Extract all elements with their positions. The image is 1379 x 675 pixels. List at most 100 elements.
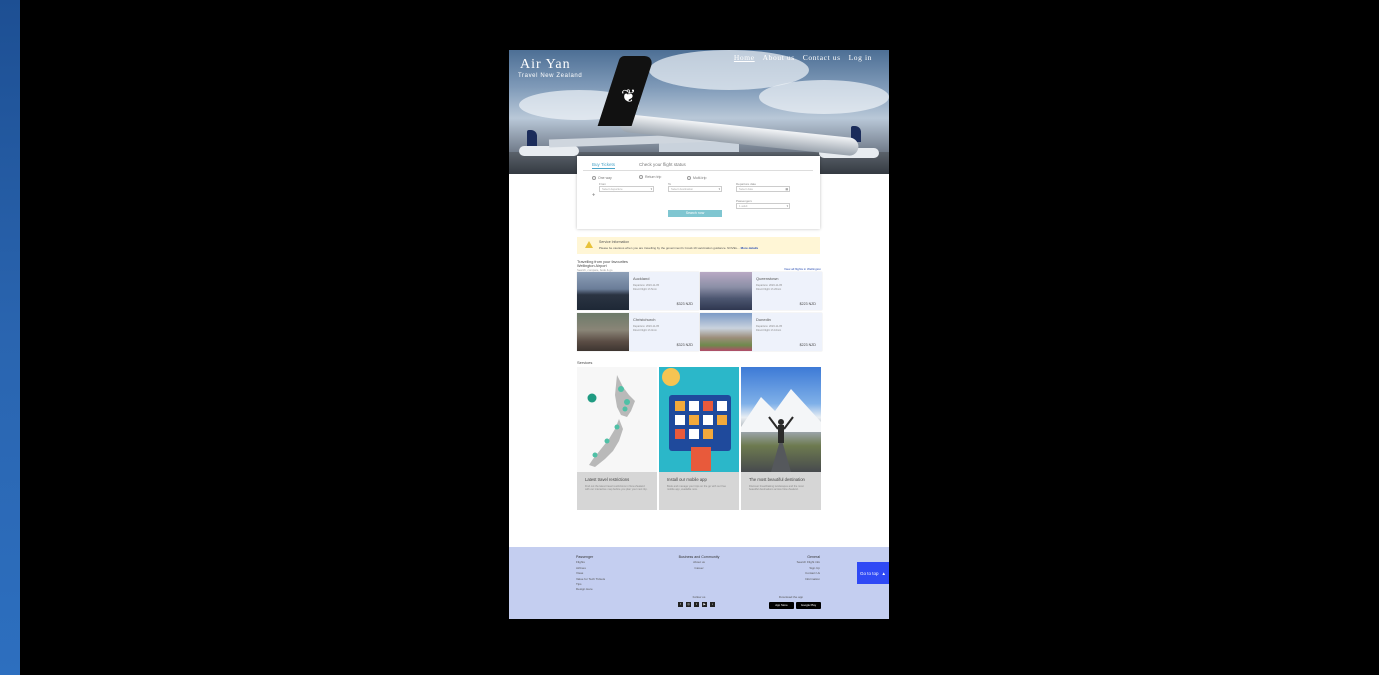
go-to-top-button[interactable]: Go to top ▲ <box>857 562 889 584</box>
christchurch-image <box>577 313 629 351</box>
destination-card[interactable]: Queenstown Departure: 2023-11-05 Direct F… <box>700 272 822 310</box>
site-tagline: Travel New Zealand <box>518 73 583 79</box>
passengers-field[interactable]: 1 adult ▾ <box>736 203 790 209</box>
from-placeholder: Select departure <box>602 187 623 191</box>
twitter-icon[interactable]: t <box>694 602 699 607</box>
service-title: The most beautiful destination <box>749 477 805 482</box>
radio-return[interactable]: Return trip <box>639 175 661 179</box>
card-flight: Direct Flight 1h 10min <box>756 329 782 332</box>
footer-link[interactable]: Design Here <box>576 587 605 592</box>
to-field[interactable]: Select destination ▾ <box>668 186 722 192</box>
follow-us-label: Follow us <box>692 595 706 599</box>
card-price: $323 NZD <box>676 343 693 347</box>
footer-business-col: Business and Community About us Career <box>677 555 721 571</box>
destination-card[interactable]: Auckland Departure: 2023-11-05 Direct Fli… <box>577 272 699 310</box>
card-price: $223 NZD <box>799 302 816 306</box>
card-meta: Departure: 2023-11-05 Direct Flight 1h 0m… <box>633 325 659 333</box>
queenstown-image <box>700 272 752 310</box>
nz-map-image <box>577 367 657 472</box>
cloud-shape <box>759 80 889 114</box>
search-button[interactable]: Search now <box>668 210 722 217</box>
service-card[interactable]: Install our mobile app Book and manage y… <box>659 367 739 510</box>
card-meta: Departure: 2023-11-05 Direct Flight 1h 5m… <box>633 284 659 292</box>
nav-login[interactable]: Log in <box>849 53 872 62</box>
main-nav: Home About us Contact us Log in <box>734 53 872 62</box>
go-to-top-label: Go to top <box>860 570 879 576</box>
booking-panel: Buy Tickets Check your flight status One… <box>577 156 820 229</box>
destination-card[interactable]: Christchurch Departure: 2023-11-05 Direct… <box>577 313 699 351</box>
chevron-down-icon: ▾ <box>650 187 652 191</box>
from-field[interactable]: Select departure ▾ <box>599 186 654 192</box>
instagram-icon[interactable]: ◎ <box>686 602 691 607</box>
app-store-button[interactable]: App Store <box>769 602 794 609</box>
departure-placeholder: Select date <box>739 187 753 191</box>
fern-logo-icon: ❦ <box>621 86 637 107</box>
social-links: f ◎ t ▶ ♪ <box>678 602 715 607</box>
more-details-link[interactable]: More details <box>741 246 759 250</box>
calendar-illustration <box>662 368 731 471</box>
service-title: Latest travel restrictions <box>585 477 630 482</box>
radio-icon <box>592 176 596 180</box>
radio-label: Multi-trip <box>693 176 707 180</box>
radio-icon <box>687 176 691 180</box>
google-play-button[interactable]: Google Play <box>796 602 821 609</box>
card-flight: Direct Flight 1h 20min <box>756 288 782 291</box>
chevron-down-icon: ▾ <box>718 187 720 191</box>
announcement-text-row: Please be cautious when you are travelli… <box>599 246 758 250</box>
tiktok-icon[interactable]: ♪ <box>710 602 715 607</box>
service-desc: Find out the latest travel restrictions … <box>585 485 648 492</box>
card-meta: Departure: 2023-11-05 Direct Flight 1h 10… <box>756 325 782 333</box>
service-card[interactable]: The most beautiful destination Discover … <box>741 367 821 510</box>
radio-label: Return trip <box>645 175 662 179</box>
card-city: Christchurch <box>633 317 656 322</box>
facebook-icon[interactable]: f <box>678 602 683 607</box>
card-city: Auckland <box>633 276 650 281</box>
traveller-figure <box>741 389 821 472</box>
download-app-label: Download the app <box>778 595 804 599</box>
nz-map-graphic <box>587 375 635 467</box>
service-desc: Book and manage your trips on the go wit… <box>667 485 726 492</box>
footer-link[interactable]: Career <box>677 566 721 571</box>
card-flight: Direct Flight 1h 0min <box>633 329 657 332</box>
youtube-icon[interactable]: ▶ <box>702 602 707 607</box>
announcement-title: Service Information <box>599 240 630 244</box>
footer-passenger-col: Passenger Flights Airlines Visas Value f… <box>576 555 605 593</box>
service-desc: Discover breathtaking landscapes and the… <box>749 485 804 492</box>
nav-contact[interactable]: Contact us <box>803 53 841 62</box>
chevron-down-icon: ▾ <box>786 204 788 208</box>
card-city: Queenstown <box>756 276 779 281</box>
destination-card[interactable]: Dunedin Departure: 2023-11-05 Direct Flig… <box>700 313 822 351</box>
plane-left <box>519 146 579 156</box>
plane-icon: ✈ <box>592 192 596 197</box>
radio-icon <box>639 175 643 179</box>
desktop-background-strip <box>0 0 20 675</box>
main-plane-fuselage <box>618 113 860 157</box>
tab-divider <box>583 170 813 171</box>
departure-field[interactable]: Select date ▦ <box>736 186 790 192</box>
site-logo[interactable]: Air Yan <box>520 57 571 73</box>
mobile-app-image <box>659 367 739 472</box>
footer-link[interactable]: Information <box>797 577 820 582</box>
passengers-value: 1 adult <box>739 204 748 208</box>
radio-multi-trip[interactable]: Multi-trip <box>687 176 706 180</box>
to-placeholder: Select destination <box>671 187 694 191</box>
auckland-image <box>577 272 629 310</box>
card-flight: Direct Flight 1h 5min <box>633 288 657 291</box>
card-price: $323 NZD <box>676 302 693 306</box>
service-card[interactable]: Latest travel restrictions Find out the … <box>577 367 657 510</box>
nav-home[interactable]: Home <box>734 53 755 62</box>
service-title: Install our mobile app <box>667 477 707 482</box>
nav-about[interactable]: About us <box>763 53 795 62</box>
plane-left-tail <box>527 130 537 146</box>
warning-icon <box>585 241 593 248</box>
radio-one-way[interactable]: One way <box>592 176 612 180</box>
card-meta: Departure: 2023-11-05 Direct Flight 1h 20… <box>756 284 782 292</box>
destinations-heading: Travelling from your favourites Wellingt… <box>577 260 628 273</box>
tab-flight-status[interactable]: Check your flight status <box>639 162 686 167</box>
view-all-link[interactable]: View all flights in Wellington <box>784 267 821 271</box>
mountain-destination-image <box>741 367 821 472</box>
tab-buy-tickets[interactable]: Buy Tickets <box>592 162 616 169</box>
card-city: Dunedin <box>756 317 771 322</box>
footer-general-col: General Search Flight info Sign Up Conta… <box>797 555 820 582</box>
dunedin-image <box>700 313 752 351</box>
